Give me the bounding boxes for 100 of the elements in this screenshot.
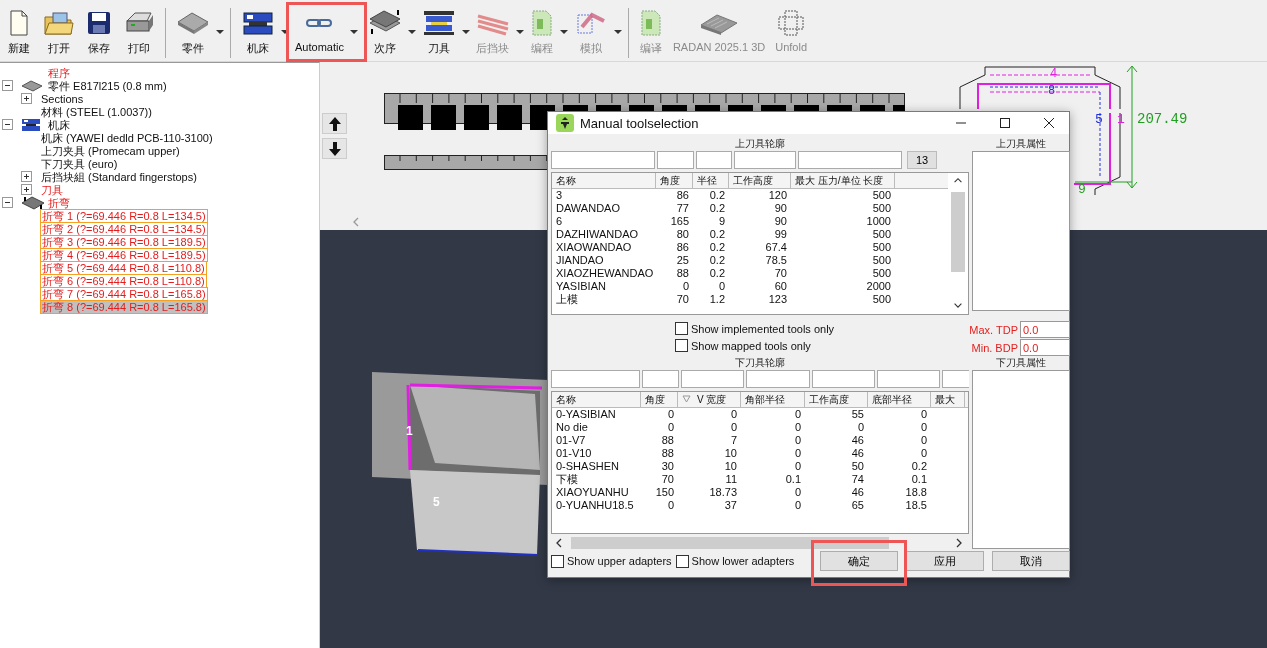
- filter-field[interactable]: [746, 370, 810, 388]
- checkbox-label[interactable]: Show mapped tools only: [691, 339, 811, 352]
- table-cell-text: No die: [555, 420, 589, 434]
- table-cell-text: 0.2: [708, 189, 726, 202]
- column-header[interactable]: 半径: [693, 173, 729, 188]
- filter-field[interactable]: [657, 151, 694, 169]
- toolbar-button[interactable]: 次序: [362, 8, 407, 56]
- arrow-down-icon: [327, 140, 342, 157]
- dimension-label: 4: [1050, 67, 1058, 81]
- close-icon[interactable]: [1043, 117, 1055, 129]
- tree-item[interactable]: Sections: [40, 92, 85, 105]
- section-heading: 上刀具属性: [995, 137, 1047, 151]
- toolbar-button[interactable]: 保存: [80, 8, 118, 56]
- move-up-button[interactable]: [322, 113, 347, 134]
- scroll-thumb[interactable]: [571, 536, 889, 549]
- dialog-button[interactable]: 确定: [820, 551, 898, 571]
- scroll-down-icon[interactable]: [953, 301, 963, 310]
- collapse-toggle[interactable]: [2, 80, 13, 91]
- table-cell-text: 77: [675, 202, 690, 215]
- dimension-label: 8: [1048, 84, 1056, 98]
- table-cell-text: 0: [729, 420, 738, 434]
- maximize-icon[interactable]: [999, 117, 1011, 129]
- filter-field[interactable]: [798, 151, 902, 169]
- table-cell-text: 55: [850, 407, 865, 421]
- column-header[interactable]: 最大: [931, 391, 965, 407]
- expand-toggle[interactable]: [21, 93, 32, 104]
- column-header[interactable]: 角部半径: [741, 391, 805, 407]
- tree-item[interactable]: 材料 (STEEL (1.0037)): [40, 105, 153, 118]
- toolbar-button[interactable]: 刀具: [416, 8, 461, 56]
- tree-item[interactable]: 折弯: [47, 196, 71, 209]
- column-header[interactable]: V 宽度: [678, 391, 741, 407]
- tree-item[interactable]: 机床: [47, 118, 71, 131]
- toolbar-button[interactable]: 打印: [118, 8, 160, 56]
- filter-field[interactable]: [681, 370, 744, 388]
- checkbox[interactable]: [551, 554, 564, 568]
- dropdown-caret-icon[interactable]: [215, 29, 225, 35]
- table-cell-text: XIAOYUANHU: [555, 485, 630, 499]
- tree-item[interactable]: 程序: [47, 66, 71, 79]
- move-down-button[interactable]: [322, 138, 347, 159]
- toolbar-button[interactable]: 机床: [236, 8, 280, 56]
- checkbox[interactable]: [675, 322, 688, 335]
- tree-item[interactable]: 折弯 3 (?=69.446 R=0.8 L=189.5): [40, 234, 208, 249]
- filter-field[interactable]: [696, 151, 732, 169]
- count-button[interactable]: 13: [907, 151, 937, 169]
- table-cell-text: XIAOWANDAO: [555, 241, 633, 254]
- filter-field[interactable]: [642, 370, 679, 388]
- tree-item[interactable]: 刀具: [40, 183, 64, 196]
- column-header[interactable]: 底部半径: [868, 391, 931, 407]
- filter-field[interactable]: [812, 370, 875, 388]
- checkbox-label[interactable]: Show lower adapters: [691, 555, 795, 567]
- collapse-toggle[interactable]: [2, 119, 13, 130]
- dialog-button[interactable]: 取消: [992, 551, 1070, 571]
- chain-link-icon: [305, 16, 334, 30]
- dropdown-caret-icon[interactable]: [406, 29, 417, 35]
- filter-field[interactable]: [877, 370, 940, 388]
- toolbar-button[interactable]: 零件: [171, 8, 215, 56]
- expand-toggle[interactable]: [21, 184, 32, 195]
- section-heading: 下刀具轮廓: [734, 356, 786, 370]
- filter-field[interactable]: [551, 370, 640, 388]
- checkbox[interactable]: [675, 554, 689, 568]
- column-header[interactable]: 工作高度: [805, 391, 868, 407]
- filter-field[interactable]: [734, 151, 796, 169]
- tree-item[interactable]: 上刀夹具 (Promecam upper): [40, 144, 181, 157]
- tree-item[interactable]: 后挡块組 (Standard fingerstops): [40, 170, 198, 183]
- value-field[interactable]: 0.0: [1020, 339, 1070, 356]
- toolbar-button[interactable]: Automatic: [290, 8, 349, 56]
- table-cell-text: 30: [660, 459, 675, 473]
- table-cell-text: 0: [919, 420, 928, 434]
- checkbox-label[interactable]: Show implemented tools only: [691, 322, 835, 335]
- tree-item[interactable]: 折弯 2 (?=69.446 R=0.8 L=134.5): [40, 221, 208, 236]
- column-header[interactable]: 角度: [641, 391, 678, 407]
- expand-toggle[interactable]: [21, 171, 32, 182]
- table-cell-text: 0: [681, 280, 690, 293]
- column-header[interactable]: 工作高度: [729, 173, 791, 188]
- table-cell-text: 0-YUANHU18.5: [555, 498, 635, 512]
- checkbox-label[interactable]: Show upper adapters: [567, 555, 672, 567]
- filter-field[interactable]: [942, 370, 969, 388]
- dropdown-caret-icon[interactable]: [460, 29, 471, 35]
- tree-item[interactable]: 折弯 5 (?=69.444 R=0.8 L=110.8): [40, 260, 207, 275]
- filter-field[interactable]: [551, 151, 655, 169]
- toolbar-button[interactable]: 新建: [0, 8, 38, 56]
- dropdown-caret-icon[interactable]: [348, 29, 359, 35]
- dimension-label: 207.49: [1137, 111, 1188, 127]
- scroll-thumb[interactable]: [951, 191, 965, 272]
- tree-item[interactable]: 零件 E817l215 (0.8 mm): [47, 79, 168, 92]
- table-cell-text: 70: [773, 267, 788, 280]
- tree-item[interactable]: 机床 (YAWEI dedld PCB-110-3100): [40, 131, 214, 144]
- tree-item[interactable]: 折弯 6 (?=69.444 R=0.8 L=110.8): [40, 273, 207, 288]
- column-header[interactable]: 角度: [656, 173, 693, 188]
- dialog-button[interactable]: 应用: [906, 551, 984, 571]
- value-field[interactable]: 0.0: [1020, 321, 1070, 338]
- column-header[interactable]: 最大 压力/单位 长度: [791, 173, 895, 188]
- tree-item[interactable]: 下刀夹具 (euro): [40, 157, 119, 170]
- checkbox[interactable]: [675, 339, 688, 352]
- collapse-toggle[interactable]: [2, 197, 13, 208]
- toolbar-button[interactable]: 打开: [38, 8, 80, 56]
- column-header[interactable]: 名称: [552, 173, 656, 188]
- tree-item[interactable]: 折弯 1 (?=69.446 R=0.8 L=134.5): [40, 208, 208, 223]
- column-header[interactable]: 名称: [552, 391, 641, 407]
- tree-item[interactable]: 折弯 4 (?=69.446 R=0.8 L=189.5): [40, 247, 208, 262]
